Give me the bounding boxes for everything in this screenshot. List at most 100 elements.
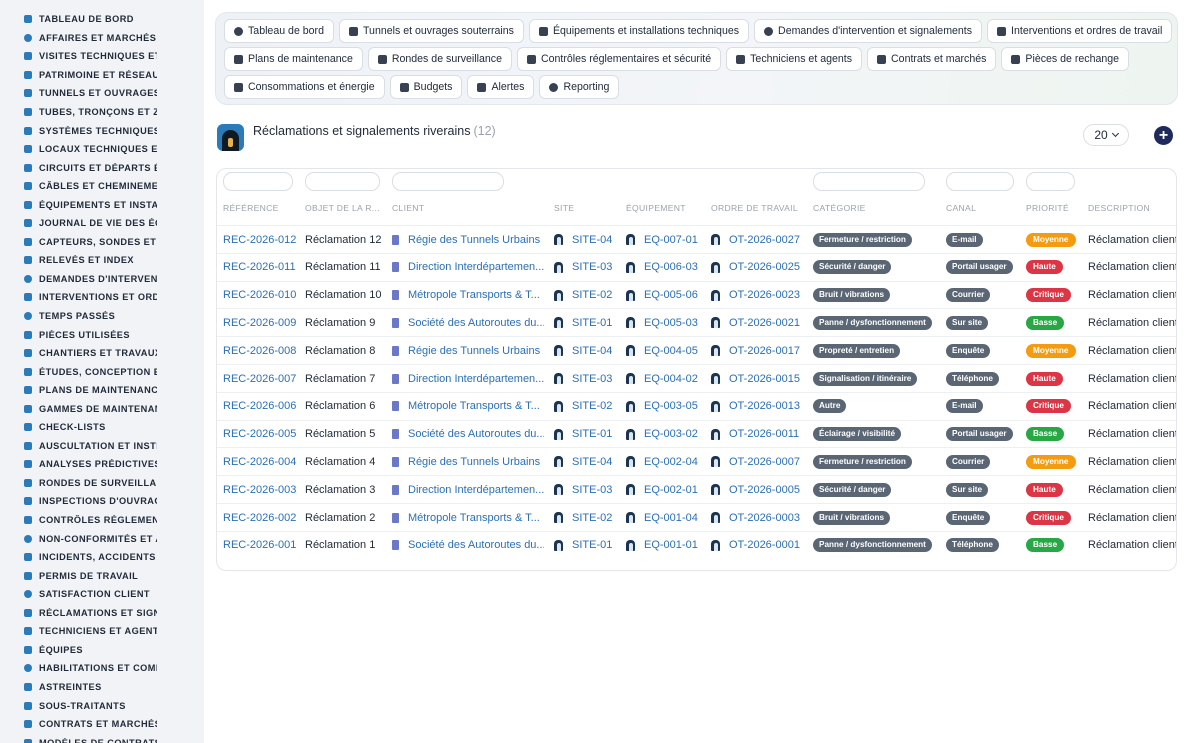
table-row[interactable]: REC-2026-009 Réclamation 9 Société des Aut…	[217, 308, 1176, 336]
nav-button[interactable]: Plans de maintenance	[224, 47, 363, 71]
site-link[interactable]: SITE-03	[554, 254, 624, 281]
sidebar-item[interactable]: DEMANDES D'INTERVENT	[0, 270, 204, 289]
site-link[interactable]: SITE-01	[554, 309, 624, 336]
nav-button[interactable]: Consommations et énergie	[224, 75, 385, 99]
equipement-link[interactable]: EQ-004-02	[626, 365, 708, 392]
filter-input-client[interactable]	[392, 172, 504, 191]
reference-link[interactable]: REC-2026-005	[223, 421, 303, 448]
equipement-link[interactable]: EQ-005-03	[626, 309, 708, 336]
nav-button[interactable]: Contrats et marchés	[867, 47, 997, 71]
sidebar-item[interactable]: TUBES, TRONÇONS ET ZO	[0, 103, 204, 122]
sidebar-item[interactable]: LOCAUX TECHNIQUES ET	[0, 140, 204, 159]
sidebar-item[interactable]: VISITES TECHNIQUES ET	[0, 47, 204, 66]
ordre-link[interactable]: OT-2026-0021	[711, 309, 811, 336]
site-link[interactable]: SITE-04	[554, 226, 624, 253]
client-link[interactable]: Direction Interdépartemen...	[392, 254, 544, 281]
sidebar-item[interactable]: AFFAIRES ET MARCHÉS	[0, 29, 204, 48]
ordre-link[interactable]: OT-2026-0005	[711, 476, 811, 503]
sidebar-item[interactable]: TEMPS PASSÉS	[0, 307, 204, 326]
sidebar-item[interactable]: ANALYSES PRÉDICTIVES	[0, 455, 204, 474]
sidebar-item[interactable]: ASTREINTES	[0, 678, 204, 697]
nav-button[interactable]: Contrôles réglementaires et sécurité	[516, 47, 722, 71]
reference-link[interactable]: REC-2026-006	[223, 393, 303, 420]
nav-button[interactable]: Rondes de surveillance	[367, 47, 512, 71]
reference-link[interactable]: REC-2026-008	[223, 337, 303, 364]
table-row[interactable]: REC-2026-007 Réclamation 7 Direction Inter…	[217, 364, 1176, 392]
sidebar-item[interactable]: SOUS-TRAITANTS	[0, 696, 204, 715]
table-row[interactable]: REC-2026-001 Réclamation 1 Société des Aut…	[217, 530, 1176, 559]
equipement-link[interactable]: EQ-006-03	[626, 254, 708, 281]
reference-link[interactable]: REC-2026-012	[223, 226, 303, 253]
site-link[interactable]: SITE-04	[554, 337, 624, 364]
sidebar-item[interactable]: TECHNICIENS ET AGENTS	[0, 622, 204, 641]
sidebar-item[interactable]: CHECK-LISTS	[0, 418, 204, 437]
ordre-link[interactable]: OT-2026-0017	[711, 337, 811, 364]
column-header[interactable]: ÉQUIPEMENT	[626, 203, 686, 213]
sidebar-item[interactable]: RÉCLAMATIONS ET SIGN	[0, 604, 204, 623]
equipement-link[interactable]: EQ-007-01	[626, 226, 708, 253]
nav-button[interactable]: Demandes d'intervention et signalements	[754, 19, 983, 43]
nav-button[interactable]: Interventions et ordres de travail	[987, 19, 1173, 43]
client-link[interactable]: Direction Interdépartemen...	[392, 365, 544, 392]
ordre-link[interactable]: OT-2026-0023	[711, 282, 811, 309]
column-header[interactable]: CANAL	[946, 203, 976, 213]
equipement-link[interactable]: EQ-003-02	[626, 421, 708, 448]
column-header[interactable]: CLIENT	[392, 203, 424, 213]
ordre-link[interactable]: OT-2026-0027	[711, 226, 811, 253]
table-row[interactable]: REC-2026-012 Réclamation 12 Régie des Tunn…	[217, 225, 1176, 253]
equipement-link[interactable]: EQ-004-05	[626, 337, 708, 364]
column-header[interactable]: PRIORITÉ	[1026, 203, 1069, 213]
nav-button[interactable]: Tableau de bord	[224, 19, 334, 43]
reference-link[interactable]: REC-2026-002	[223, 504, 303, 531]
client-link[interactable]: Régie des Tunnels Urbains	[392, 226, 544, 253]
reference-link[interactable]: REC-2026-007	[223, 365, 303, 392]
site-link[interactable]: SITE-02	[554, 504, 624, 531]
site-link[interactable]: SITE-04	[554, 448, 624, 475]
sidebar-item[interactable]: SYSTÈMES TECHNIQUES	[0, 121, 204, 140]
sidebar-item[interactable]: PLANS DE MAINTENANCE	[0, 381, 204, 400]
sidebar-item[interactable]: RONDES DE SURVEILLAN	[0, 474, 204, 493]
ordre-link[interactable]: OT-2026-0015	[711, 365, 811, 392]
reference-link[interactable]: REC-2026-010	[223, 282, 303, 309]
site-link[interactable]: SITE-03	[554, 476, 624, 503]
nav-button[interactable]: Équipements et installations techniques	[528, 19, 750, 43]
ordre-link[interactable]: OT-2026-0013	[711, 393, 811, 420]
equipement-link[interactable]: EQ-003-05	[626, 393, 708, 420]
sidebar-item[interactable]: ÉQUIPES	[0, 641, 204, 660]
client-link[interactable]: Métropole Transports & T...	[392, 504, 544, 531]
sidebar-item[interactable]: CONTRATS ET MARCHÉS	[0, 715, 204, 734]
sidebar-item[interactable]: AUSCULTATION ET INSTR	[0, 437, 204, 456]
filter-input-reference[interactable]	[223, 172, 293, 191]
table-row[interactable]: REC-2026-011 Réclamation 11 Direction Inte…	[217, 252, 1176, 281]
sidebar-item[interactable]: CAPTEURS, SONDES ET C	[0, 233, 204, 252]
equipement-link[interactable]: EQ-002-01	[626, 476, 708, 503]
nav-button[interactable]: Reporting	[539, 75, 620, 99]
column-header[interactable]: DESCRIPTION	[1088, 203, 1150, 213]
filter-input-canal[interactable]	[946, 172, 1014, 191]
sidebar-item[interactable]: ÉTUDES, CONCEPTION ET	[0, 362, 204, 381]
nav-button[interactable]: Alertes	[467, 75, 535, 99]
client-link[interactable]: Métropole Transports & T...	[392, 282, 544, 309]
equipement-link[interactable]: EQ-001-01	[626, 532, 708, 559]
table-row[interactable]: REC-2026-004 Réclamation 4 Régie des Tunne…	[217, 447, 1176, 475]
per-page-select[interactable]: 20	[1083, 124, 1129, 146]
ordre-link[interactable]: OT-2026-0003	[711, 504, 811, 531]
reference-link[interactable]: REC-2026-009	[223, 309, 303, 336]
nav-button[interactable]: Tunnels et ouvrages souterrains	[338, 19, 524, 43]
ordre-link[interactable]: OT-2026-0007	[711, 448, 811, 475]
reference-link[interactable]: REC-2026-011	[223, 254, 303, 281]
table-row[interactable]: REC-2026-008 Réclamation 8 Régie des Tunne…	[217, 336, 1176, 364]
client-link[interactable]: Régie des Tunnels Urbains	[392, 448, 544, 475]
ordre-link[interactable]: OT-2026-0025	[711, 254, 811, 281]
sidebar-item[interactable]: GAMMES DE MAINTENAN	[0, 399, 204, 418]
reference-link[interactable]: REC-2026-004	[223, 448, 303, 475]
sidebar-item[interactable]: SATISFACTION CLIENT	[0, 585, 204, 604]
sidebar-item[interactable]: PATRIMOINE ET RÉSEAUX	[0, 66, 204, 85]
column-header[interactable]: RÉFÉRENCE	[223, 203, 279, 213]
sidebar-item[interactable]: HABILITATIONS ET COMP	[0, 659, 204, 678]
client-link[interactable]: Direction Interdépartemen...	[392, 476, 544, 503]
sidebar-item[interactable]: CHANTIERS ET TRAVAUX	[0, 344, 204, 363]
client-link[interactable]: Métropole Transports & T...	[392, 393, 544, 420]
sidebar-item[interactable]: JOURNAL DE VIE DES ÉQ	[0, 214, 204, 233]
table-row[interactable]: REC-2026-002 Réclamation 2 Métropole Trans…	[217, 503, 1176, 531]
